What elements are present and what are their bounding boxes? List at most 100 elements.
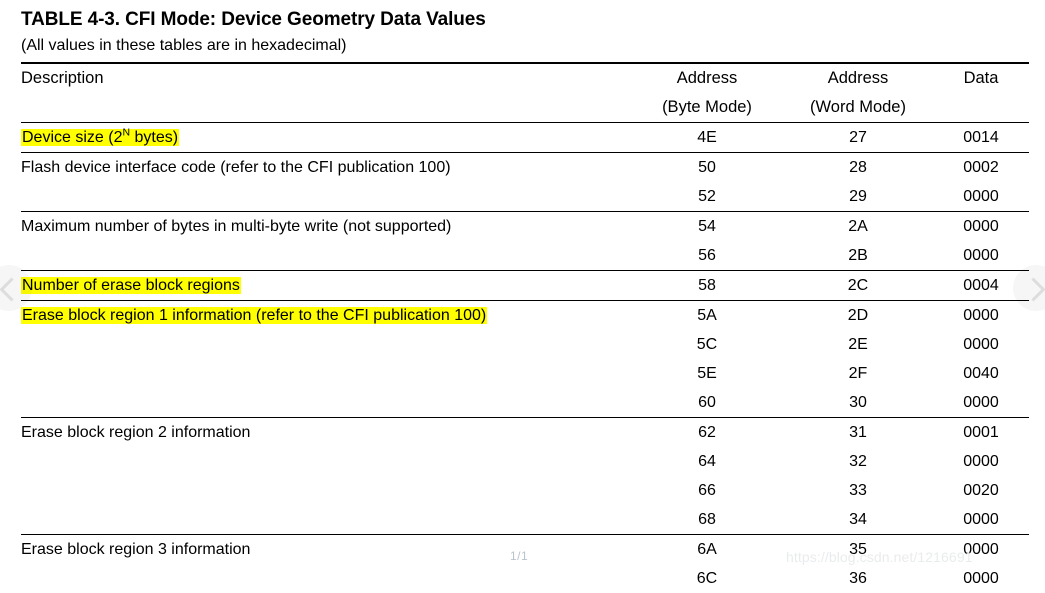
cell-address-word-mode: 29 <box>783 182 933 212</box>
cell-address-word-mode: 27 <box>783 123 933 153</box>
table-row: 5E2F0040 <box>21 359 1029 388</box>
cell-description <box>21 505 631 535</box>
description-superscript: N <box>122 127 130 139</box>
cell-address-word-mode: 34 <box>783 505 933 535</box>
cell-address-byte-mode: 56 <box>631 241 783 271</box>
cell-description <box>21 182 631 212</box>
cell-address-word-mode: 2F <box>783 359 933 388</box>
cell-data: 0000 <box>933 182 1029 212</box>
cell-address-byte-mode: 6C <box>631 564 783 593</box>
cell-address-byte-mode: 66 <box>631 476 783 505</box>
cell-data: 0000 <box>933 330 1029 359</box>
cell-address-word-mode: 2A <box>783 212 933 242</box>
cell-data: 0002 <box>933 153 1029 183</box>
cell-description: Erase block region 3 information <box>21 535 631 565</box>
description-text: Erase block region 3 information <box>21 541 250 558</box>
cell-data: 0014 <box>933 123 1029 153</box>
column-header-address-word-mode: Address (Word Mode) <box>783 63 933 123</box>
table-row: 68340000 <box>21 505 1029 535</box>
cell-description <box>21 564 631 593</box>
cell-address-byte-mode: 58 <box>631 271 783 301</box>
cell-description: Maximum number of bytes in multi-byte wr… <box>21 212 631 242</box>
cell-address-byte-mode: 5A <box>631 301 783 331</box>
cell-address-byte-mode: 62 <box>631 418 783 448</box>
cell-data: 0000 <box>933 212 1029 242</box>
cell-address-byte-mode: 64 <box>631 447 783 476</box>
page-indicator: 1/1 <box>510 549 528 563</box>
table-row: 60300000 <box>21 388 1029 418</box>
cell-address-byte-mode: 52 <box>631 182 783 212</box>
document-title: TABLE 4-3. CFI Mode: Device Geometry Dat… <box>21 9 486 31</box>
column-header-description-label: Description <box>21 69 104 87</box>
table-row: 64320000 <box>21 447 1029 476</box>
description-text: Erase block region 1 information (refer … <box>21 307 487 324</box>
cell-description <box>21 241 631 271</box>
cell-address-word-mode: 36 <box>783 564 933 593</box>
cell-data: 0000 <box>933 505 1029 535</box>
cell-description: Erase block region 1 information (refer … <box>21 301 631 331</box>
table-row: Erase block region 1 information (refer … <box>21 301 1029 331</box>
cell-description: Erase block region 2 information <box>21 418 631 448</box>
cell-address-byte-mode: 6A <box>631 535 783 565</box>
table-header-row: Description Address (Byte Mode) Address … <box>21 63 1029 123</box>
description-text: Erase block region 2 information <box>21 424 250 441</box>
cell-data: 0000 <box>933 301 1029 331</box>
cell-address-byte-mode: 60 <box>631 388 783 418</box>
table-row: Erase block region 2 information 62310001 <box>21 418 1029 448</box>
description-text: Maximum number of bytes in multi-byte wr… <box>21 218 451 235</box>
cell-address-word-mode: 31 <box>783 418 933 448</box>
cell-data: 0040 <box>933 359 1029 388</box>
cell-data: 0000 <box>933 564 1029 593</box>
table-row: Device size (2N bytes) 4E270014 <box>21 123 1029 153</box>
cell-address-word-mode: 2C <box>783 271 933 301</box>
cell-data: 0000 <box>933 388 1029 418</box>
cell-data: 0000 <box>933 241 1029 271</box>
cell-address-byte-mode: 5E <box>631 359 783 388</box>
cell-address-word-mode: 33 <box>783 476 933 505</box>
cell-data: 0000 <box>933 447 1029 476</box>
cell-description: Flash device interface code (refer to th… <box>21 153 631 183</box>
cell-address-word-mode: 30 <box>783 388 933 418</box>
cell-description <box>21 447 631 476</box>
column-header-data: Data <box>933 63 1029 123</box>
cell-address-word-mode: 2B <box>783 241 933 271</box>
column-header-address-byte-line2: (Byte Mode) <box>631 93 783 122</box>
description-text: Number of erase block regions <box>21 277 241 294</box>
cell-address-word-mode: 2E <box>783 330 933 359</box>
cell-address-byte-mode: 5C <box>631 330 783 359</box>
table-row: Maximum number of bytes in multi-byte wr… <box>21 212 1029 242</box>
document-subtitle: (All values in these tables are in hexad… <box>21 37 347 55</box>
cell-address-word-mode: 28 <box>783 153 933 183</box>
cell-address-byte-mode: 50 <box>631 153 783 183</box>
description-text: Device size (2N bytes) <box>21 129 179 146</box>
cell-description <box>21 388 631 418</box>
table-header: Description Address (Byte Mode) Address … <box>21 63 1029 123</box>
cell-description <box>21 359 631 388</box>
table-row: 5C2E0000 <box>21 330 1029 359</box>
column-header-data-label: Data <box>933 64 1029 93</box>
column-header-address-byte-mode: Address (Byte Mode) <box>631 63 783 123</box>
table-row: 52290000 <box>21 182 1029 212</box>
table-row: Number of erase block regions582C0004 <box>21 271 1029 301</box>
cell-description <box>21 476 631 505</box>
cell-address-byte-mode: 4E <box>631 123 783 153</box>
column-header-address-byte-line1: Address <box>631 64 783 93</box>
column-header-address-word-line1: Address <box>783 64 933 93</box>
cell-description <box>21 330 631 359</box>
description-text: Flash device interface code (refer to th… <box>21 159 451 176</box>
cell-data: 0001 <box>933 418 1029 448</box>
cell-address-word-mode: 2D <box>783 301 933 331</box>
cell-address-word-mode: 32 <box>783 447 933 476</box>
cell-address-byte-mode: 68 <box>631 505 783 535</box>
chevron-left-icon <box>0 277 24 301</box>
cell-description: Device size (2N bytes) <box>21 123 631 153</box>
table-body: Device size (2N bytes) 4E270014 Flash devi… <box>21 123 1029 593</box>
watermark: https://blog.csdn.net/1216691 <box>786 549 973 565</box>
table-row: 66330020 <box>21 476 1029 505</box>
table-row: 562B0000 <box>21 241 1029 271</box>
table-row: 6C360000 <box>21 564 1029 593</box>
table-row: Flash device interface code (refer to th… <box>21 153 1029 183</box>
cell-description: Number of erase block regions <box>21 271 631 301</box>
cell-data: 0020 <box>933 476 1029 505</box>
cell-address-byte-mode: 54 <box>631 212 783 242</box>
